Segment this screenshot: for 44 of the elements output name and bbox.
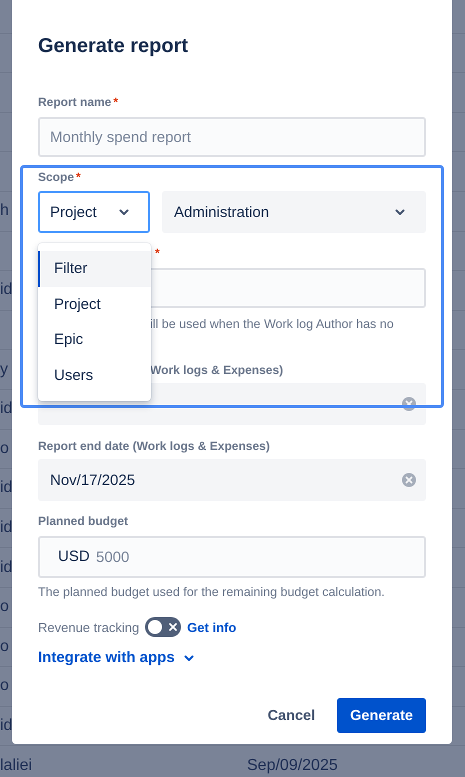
cancel-button[interactable]: Cancel xyxy=(256,698,328,733)
currency-label: USD xyxy=(58,548,90,566)
end-date-field[interactable]: Nov/17/2025 xyxy=(38,459,426,501)
revenue-toggle[interactable] xyxy=(145,617,182,637)
table-cell: o xyxy=(0,440,9,457)
field-label: Work logs & Expenses) xyxy=(150,362,284,378)
toggle-knob xyxy=(148,620,162,634)
menu-item[interactable]: Filter xyxy=(38,251,151,286)
table-cell: o xyxy=(0,598,9,616)
generate-button[interactable]: Generate xyxy=(337,698,426,733)
menu-item[interactable]: Epic xyxy=(38,322,151,358)
field-label: Report end date (Work logs & Expenses) xyxy=(38,438,270,454)
table-cell: y xyxy=(0,360,8,378)
report-name-field[interactable]: Monthly spend report xyxy=(38,117,426,157)
table-cell: id xyxy=(0,519,12,536)
table-cell: id xyxy=(0,479,12,496)
clear-icon[interactable] xyxy=(402,397,416,411)
field-label: Revenue tracking xyxy=(38,620,140,634)
integrate-link[interactable]: Integrate with apps xyxy=(38,649,175,666)
helper-text: ill be used when the Work log Author has no xyxy=(149,316,395,332)
cross-icon xyxy=(168,622,178,632)
table-cell: h xyxy=(0,202,9,220)
menu-item[interactable]: Project xyxy=(38,286,151,322)
project-select[interactable]: Administration xyxy=(162,191,426,233)
get-info-link[interactable]: Get info xyxy=(187,620,236,634)
field-label: Report name xyxy=(38,94,112,110)
table-cell: id xyxy=(0,281,12,298)
required-mark: * xyxy=(155,245,160,261)
table-cell: id xyxy=(0,400,12,418)
table-cell: id xyxy=(0,558,12,576)
scope-type-select[interactable]: Project xyxy=(38,191,150,233)
table-cell: o xyxy=(0,638,9,655)
dialog-title: Generate report xyxy=(38,34,188,59)
required-mark: * xyxy=(113,94,118,110)
table-cell: Sep/09/2025 xyxy=(247,756,338,775)
menu-item[interactable]: Users xyxy=(38,358,151,393)
required-mark: * xyxy=(76,169,81,185)
table-cell: id xyxy=(0,716,12,734)
field-label: Scope xyxy=(38,169,74,185)
table-cell: o xyxy=(0,677,9,694)
field-label: Planned budget xyxy=(38,513,128,529)
clear-icon[interactable] xyxy=(402,473,416,487)
table-cell: laliei xyxy=(0,756,32,774)
helper-text: The planned budget used for the remaining budget calculation. xyxy=(38,584,386,600)
